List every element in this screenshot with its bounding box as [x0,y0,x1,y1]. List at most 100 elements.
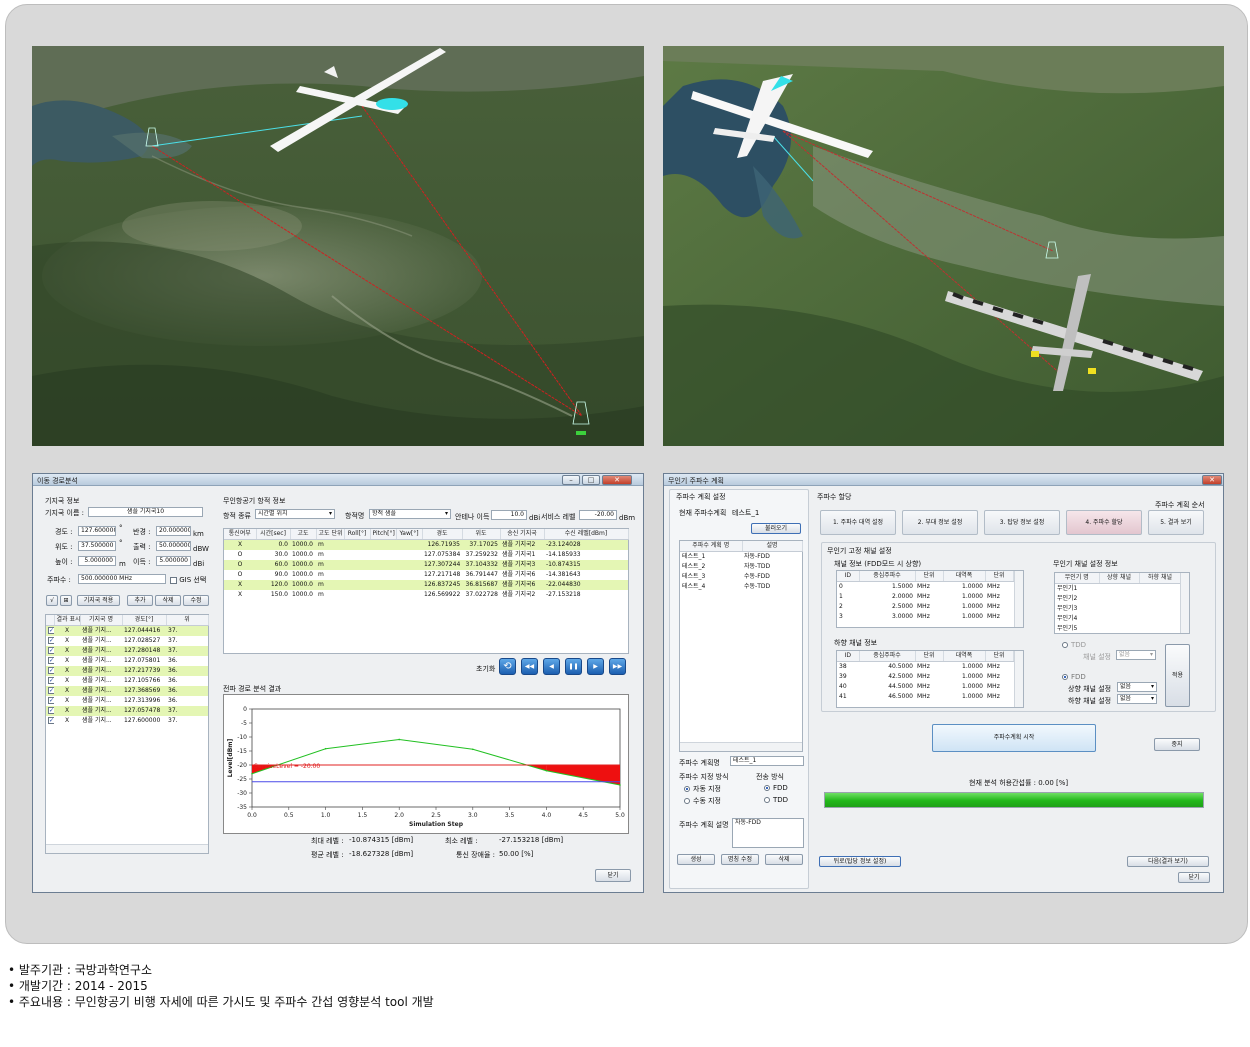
reset-button[interactable]: ⟲ [499,658,516,675]
row-checkbox[interactable]: ✓ [46,716,54,726]
table-row[interactable]: ✓ X 샘플 기지... 127.280148 37. [46,646,208,656]
rename-plan-button[interactable]: 명칭 수정 [721,854,759,865]
row-checkbox[interactable]: ✓ [46,696,54,706]
uav-table-scrollbar[interactable] [1180,573,1189,633]
table-row[interactable]: O 30.0 1000.0 m 127.075384 37.259232 샘플 기지국1 -1… [224,550,628,560]
station-edit-button[interactable]: 수정 [183,595,209,606]
flight-track-table[interactable]: 통신여부 시간[sec] 고도 고도 단위 Roll[°] Pitch[°] Yaw[°] 경… [223,528,629,654]
table-row[interactable]: ✓ X 샘플 기지... 127.057478 37. [46,706,208,716]
track-kind-select[interactable]: 시간별 위치 ▾ [255,509,335,519]
fast-forward-button[interactable]: ▶▶ [609,658,626,675]
freq-input[interactable]: 500.000000 MHz [78,574,166,584]
lon-input[interactable]: 127.600000 [78,526,116,536]
table-row[interactable]: 무인기5 [1055,624,1181,634]
table-row[interactable]: 3 3.0000 MHz 1.0000 MHz [837,612,1013,622]
step-tab-2[interactable]: 2. 부대 정보 설정 [902,510,978,535]
close-button[interactable]: ✕ [1202,475,1222,485]
play-button[interactable]: ▶ [587,658,604,675]
manual-assign-radio[interactable]: 수동 지정 [684,796,721,806]
table-row[interactable]: ✓ X 샘플 기지... 127.028527 37. [46,636,208,646]
downlink-scrollbar[interactable] [1014,651,1023,707]
step-tab-4[interactable]: 4. 주파수 할당 [1066,510,1142,535]
table-row[interactable]: ✓ X 샘플 기지... 127.368569 36. [46,686,208,696]
table-row[interactable]: 41 46.5000 MHz 1.0000 MHz [837,692,1013,702]
track-name-select[interactable]: 항적 샘플 ▾ [369,509,451,519]
fdd-radio[interactable]: FDD [1062,673,1086,681]
grid-button[interactable]: ⊞ [60,595,72,606]
table-row[interactable]: 무인기3 [1055,604,1181,614]
table-row[interactable]: X 150.0 1000.0 m 126.569922 37.022728 샘플 기지국2 -… [224,590,628,600]
tdd-radio[interactable]: TDD [764,796,788,804]
station-delete-button[interactable]: 삭제 [155,595,181,606]
table-row[interactable]: 2 2.5000 MHz 1.0000 MHz [837,602,1013,612]
downlink-channel-table[interactable]: ID 중심주파수 단위 대역폭 단위 38 40.5000 MHz 1.0000 MHz 39 42.… [836,650,1024,708]
table-row[interactable]: 무인기2 [1055,594,1181,604]
table-row[interactable]: O 60.0 1000.0 m 127.307244 37.104332 샘플 기지국3 -1… [224,560,628,570]
row-checkbox[interactable]: ✓ [46,676,54,686]
table-row[interactable]: 38 40.5000 MHz 1.0000 MHz [837,662,1013,673]
table-row[interactable]: ✓ X 샘플 기지... 127.313996 36. [46,696,208,706]
plan-list[interactable]: 주파수 계획 명 설명 테스트_1 자동-FDD 테스트_2 자동-TDD 테스트_3 수동… [679,540,803,752]
step-tab-5[interactable]: 5. 결과 보기 [1148,510,1204,535]
list-item[interactable]: 테스트_4 수동-TDD [680,582,802,592]
plan-list-scrollbar[interactable] [680,742,802,751]
close-window-button[interactable]: 닫기 [595,869,631,882]
down-channel-select[interactable]: 없음 ▾ [1117,694,1157,704]
next-button[interactable]: 다음(결과 보기) [1127,856,1209,867]
radius-input[interactable]: 20.000000 [156,526,191,536]
row-checkbox[interactable]: ✓ [46,686,54,696]
table-row[interactable]: ✓ X 샘플 기지... 127.600000 37. [46,716,208,726]
table-row[interactable]: X 120.0 1000.0 m 126.837245 36.815687 샘플 기지국6-… [224,580,628,590]
load-plan-button[interactable]: 불러오기 [751,523,801,534]
minimize-button[interactable]: – [562,475,580,485]
height-input[interactable]: 5.000000 [78,556,116,566]
maximize-button[interactable]: □ [582,475,600,485]
close-button[interactable]: ✕ [602,475,632,485]
station-name-input[interactable]: 샘플 기지국10 [88,507,203,517]
stop-button[interactable]: 중지 [1154,738,1200,751]
table-row[interactable]: ✓ X 샘플 기지... 127.075801 36. [46,656,208,666]
antenna-gain-input[interactable]: 10.0 [491,510,527,520]
station-list[interactable]: 결과 표시 기지국 명 경도[°] 위 ✓ X 샘플 기지... 127.044416 37.… [45,614,209,854]
up-channel-select[interactable]: 없음 ▾ [1117,682,1157,692]
delete-plan-button[interactable]: 삭제 [765,854,803,865]
rewind-button[interactable]: ◀◀ [521,658,538,675]
table-row[interactable]: 무인기4 [1055,614,1181,624]
apply-channel-button[interactable]: 적용 [1165,644,1190,707]
table-row[interactable]: 1 2.0000 MHz 1.0000 MHz [837,592,1013,602]
plan-name-input[interactable]: 테스트_1 [730,756,804,766]
table-row[interactable]: ✓ X 샘플 기지... 127.044416 37. [46,625,208,636]
list-item[interactable]: 테스트_2 자동-TDD [680,562,802,572]
check-all-button[interactable]: √ [46,595,58,606]
row-checkbox[interactable]: ✓ [46,656,54,666]
row-checkbox[interactable]: ✓ [46,706,54,716]
gain-input[interactable]: 5.000000 [156,556,191,566]
plan-desc-input[interactable]: 자동-FDD [732,818,804,848]
auto-assign-radio[interactable]: 자동 지정 [684,784,721,794]
station-apply-button[interactable]: 기지국 적용 [77,595,120,606]
list-item[interactable]: 테스트_3 수동-FDD [680,572,802,582]
row-checkbox[interactable]: ✓ [46,646,54,656]
power-input[interactable]: 50.000000 [156,541,191,551]
gis-checkbox[interactable]: GIS 선택 [170,575,206,585]
lat-input[interactable]: 37.500000 [78,541,116,551]
tdd-radio[interactable]: TDD [1062,641,1086,649]
fdd-radio[interactable]: FDD [764,784,788,792]
step-tab-3[interactable]: 3. 탑당 정보 설정 [984,510,1060,535]
table-row[interactable]: 0 1.5000 MHz 1.0000 MHz [837,582,1013,593]
terrain-view-left[interactable] [32,46,644,446]
uplink-scrollbar[interactable] [1014,571,1023,627]
table-row[interactable]: ✓ X 샘플 기지... 127.105766 36. [46,676,208,686]
pause-button[interactable]: ❚❚ [565,658,582,675]
table-row[interactable]: 40 44.5000 MHz 1.0000 MHz [837,682,1013,692]
uav-channel-table[interactable]: 무인기 명 상향 채널 하향 채널 무인기1 무인기2 무인기3 무인기4 무인기5 [1054,572,1190,634]
step-back-button[interactable]: ◀ [543,658,560,675]
table-row[interactable]: 무인기1 [1055,584,1181,594]
row-checkbox[interactable]: ✓ [46,625,54,636]
tdd-channel-select[interactable]: 없음 ▾ [1116,650,1156,660]
start-plan-button[interactable]: 주파수계획 시작 [932,724,1096,752]
list-item[interactable]: 테스트_1 자동-FDD [680,552,802,563]
step-tab-1[interactable]: 1. 주파수 대역 설정 [820,510,896,535]
row-checkbox[interactable]: ✓ [46,636,54,646]
service-level-input[interactable]: -20.00 [579,510,617,520]
